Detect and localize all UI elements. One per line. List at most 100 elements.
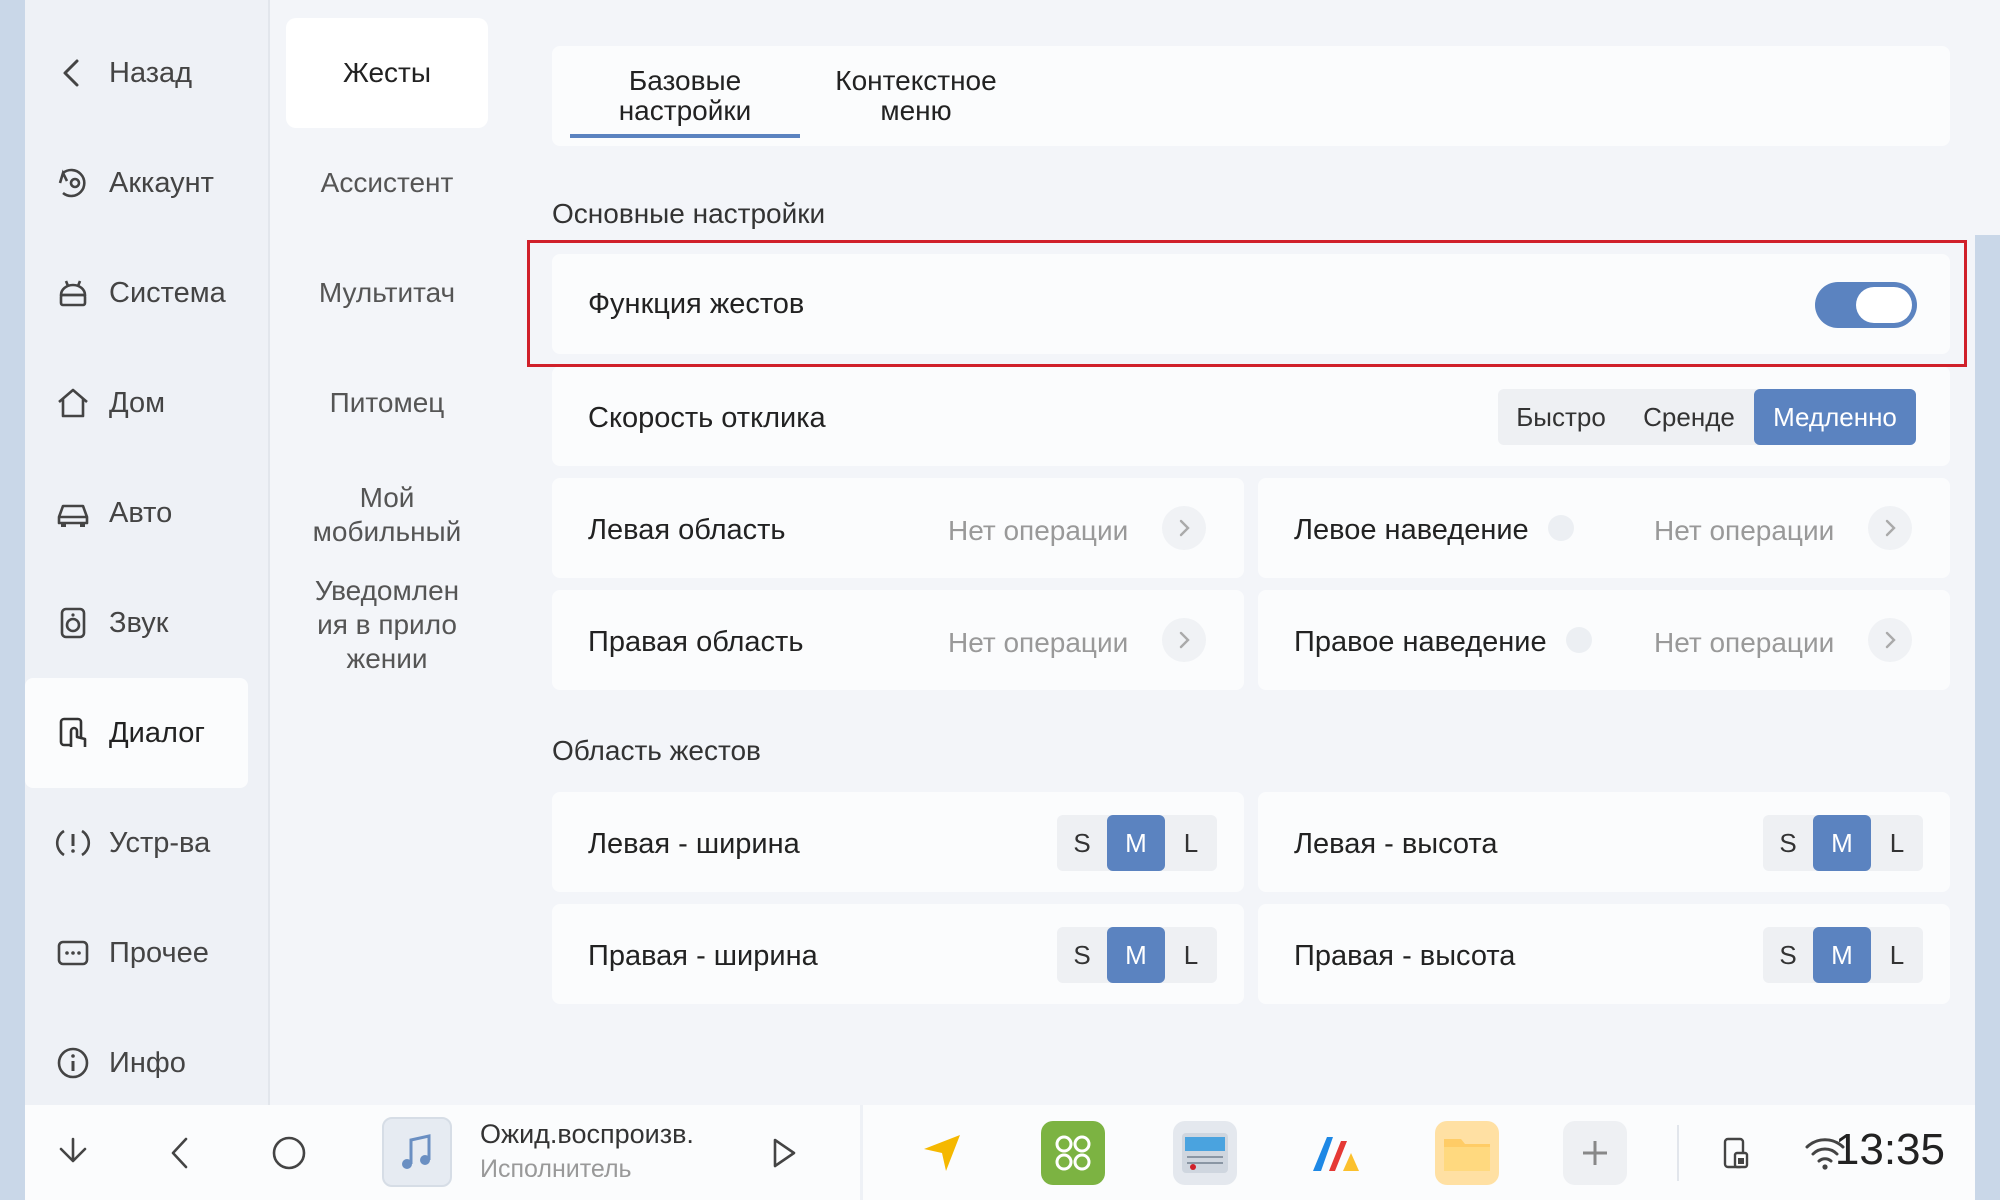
sidebar-item-auto[interactable]: Авто [25,458,248,568]
sidebar-item-label: Аккаунт [109,166,214,199]
home-icon [53,383,93,423]
speed-option-medium[interactable]: Сренде [1624,389,1754,445]
right-height-row: Правая - высота S M L [1258,904,1950,1004]
section-title-gesture-area: Область жестов [552,735,761,766]
right-area-value: Нет операции [948,627,1129,658]
sidebar-item-sound[interactable]: Звук [25,568,248,678]
sidebar-item-label: Звук [109,606,169,639]
size-option-m[interactable]: M [1107,815,1165,871]
tab-context-menu[interactable]: Контекстное меню [801,66,1031,126]
subnav-item-app-notifications[interactable]: Уведомлен ия в прило жении [286,570,488,680]
chevron-down-icon[interactable] [45,1125,101,1181]
size-option-s[interactable]: S [1763,815,1813,871]
info-circle-icon[interactable] [1548,515,1574,541]
music-note-icon [382,1117,452,1187]
speed-option-fast[interactable]: Быстро [1498,389,1624,445]
right-area-row[interactable]: Правая область Нет операции [552,590,1244,690]
size-option-s[interactable]: S [1057,815,1107,871]
subnav-item-multitouch[interactable]: Мультитач [286,238,488,348]
now-playing-title: Ожид.воспроизв. [480,1119,694,1149]
subnav-item-pet[interactable]: Питомец [286,348,488,458]
apps-launcher-icon[interactable] [1041,1121,1105,1185]
speaker-icon [53,603,93,643]
more-icon [53,933,93,973]
left-hover-label: Левое наведение [1294,514,1529,546]
right-width-label: Правая - ширина [588,940,818,972]
account-icon [53,163,93,203]
car-icon [53,493,93,533]
add-app-icon[interactable] [1563,1121,1627,1185]
sidebar-item-info[interactable]: Инфо [25,1008,248,1118]
size-option-m[interactable]: M [1107,927,1165,983]
section-title-main: Основные настройки [552,198,826,229]
sidebar-item-account[interactable]: Аккаунт [25,128,248,238]
play-icon[interactable] [755,1125,811,1181]
subnav-item-assistant[interactable]: Ассистент [286,128,488,238]
size-option-s[interactable]: S [1057,927,1107,983]
right-hover-row[interactable]: Правое наведение Нет операции [1258,590,1950,690]
size-option-m[interactable]: M [1813,927,1871,983]
navigation-app-icon[interactable] [910,1121,974,1185]
subnav: Жесты Ассистент Мультитач Питомец Мой мо… [268,0,506,1105]
left-height-label: Левая - высота [1294,828,1498,860]
size-option-s[interactable]: S [1763,927,1813,983]
sidebar-item-label: Инфо [109,1046,186,1079]
clock: 13:35 [1834,1125,1945,1174]
now-playing-artist: Исполнитель [480,1155,632,1183]
back-label: Назад [109,56,193,89]
right-area-label: Правая область [588,626,804,658]
devices-icon [53,823,93,863]
maps-app-icon[interactable] [1304,1121,1368,1185]
taskbar-divider [860,1105,863,1200]
sidebar-item-home[interactable]: Дом [25,348,248,458]
info-circle-icon[interactable] [1566,627,1592,653]
chevron-right-icon [1162,618,1206,662]
right-hover-value: Нет операции [1654,627,1835,658]
left-height-row: Левая - высота S M L [1258,792,1950,892]
response-speed-segmented: Быстро Сренде Медленно [1498,389,1916,445]
subnav-item-my-mobile[interactable]: Мой мобильный [286,470,488,560]
left-hover-row[interactable]: Левое наведение Нет операции [1258,478,1950,578]
radio-app-icon[interactable] [1173,1121,1237,1185]
left-width-segmented: S M L [1057,815,1217,871]
sidebar-item-other[interactable]: Прочее [25,898,248,1008]
sidebar-item-label: Авто [109,496,173,529]
status-strip [1975,0,2000,235]
size-option-l[interactable]: L [1165,927,1217,983]
tab-bar: Базовые настройки Контекстное меню [552,46,1950,146]
nav-back-icon[interactable] [153,1125,209,1181]
right-hover-label: Правое наведение [1294,626,1547,658]
chevron-right-icon [1162,506,1206,550]
highlight-box [527,240,1967,367]
sidebar-item-devices[interactable]: Устр-ва [25,788,248,898]
left-hover-value: Нет операции [1654,515,1835,546]
left-area-label: Левая область [588,514,786,546]
tab-basic-settings[interactable]: Базовые настройки [570,66,800,126]
size-option-m[interactable]: M [1813,815,1871,871]
left-area-value: Нет операции [948,515,1129,546]
sidebar-item-label: Прочее [109,936,209,969]
info-icon [53,1043,93,1083]
right-height-label: Правая - высота [1294,940,1516,972]
chevron-right-icon [1868,506,1912,550]
back-button[interactable]: Назад [25,18,248,128]
right-height-segmented: S M L [1763,927,1923,983]
touch-icon [53,713,93,753]
tab-active-indicator [570,134,800,138]
sidebar: Назад Аккаунт Система Дом Авто Звук Диал… [25,0,268,1105]
nav-home-icon[interactable] [261,1125,317,1181]
phone-battery-icon[interactable] [1707,1125,1763,1181]
sidebar-item-label: Дом [109,386,166,419]
subnav-item-gestures[interactable]: Жесты [286,18,488,128]
size-option-l[interactable]: L [1165,815,1217,871]
sidebar-item-system[interactable]: Система [25,238,248,348]
sidebar-item-dialog[interactable]: Диалог [25,678,248,788]
chevron-left-icon [53,53,93,93]
size-option-l[interactable]: L [1871,815,1923,871]
size-option-l[interactable]: L [1871,927,1923,983]
folder-app-icon[interactable] [1435,1121,1499,1185]
taskbar-divider [1677,1125,1679,1181]
left-area-row[interactable]: Левая область Нет операции [552,478,1244,578]
sidebar-item-label: Диалог [109,716,205,749]
speed-option-slow[interactable]: Медленно [1754,389,1916,445]
